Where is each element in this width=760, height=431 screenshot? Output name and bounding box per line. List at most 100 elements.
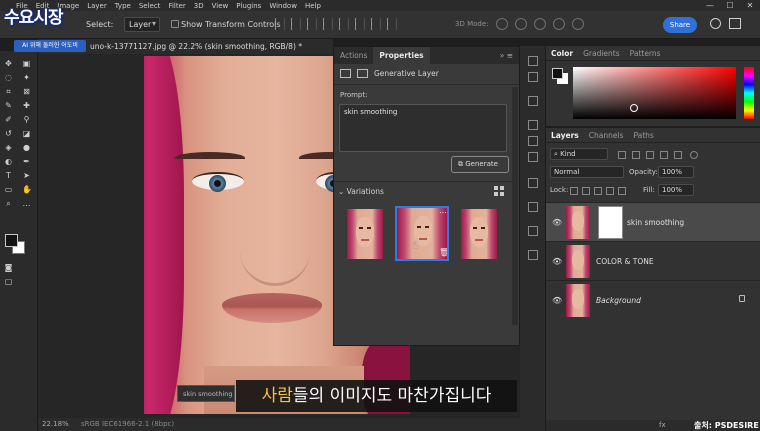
blend-mode-select[interactable]: Normal	[550, 166, 624, 178]
filter-smart-icon[interactable]	[674, 151, 682, 159]
history-brush-icon[interactable]: ↺	[4, 129, 13, 138]
slide-icon[interactable]	[553, 18, 565, 30]
fill-input[interactable]: 100%	[658, 184, 694, 196]
lock-paint-icon[interactable]	[582, 187, 590, 195]
frame-tool-icon[interactable]: ⊠	[22, 87, 31, 96]
align-left-icon[interactable]	[275, 18, 285, 30]
opacity-input[interactable]: 100%	[658, 166, 694, 178]
lock-all-icon[interactable]	[618, 187, 626, 195]
lock-move-icon[interactable]	[594, 187, 602, 195]
screen-mode-icon[interactable]: ▢	[4, 277, 13, 286]
contextual-prompt-input[interactable]: skin smoothing	[177, 385, 235, 402]
layer-background[interactable]: 👁 Background	[546, 280, 760, 319]
orbit-icon[interactable]	[496, 18, 508, 30]
color-picker-field[interactable]	[573, 67, 736, 119]
layers-icon[interactable]	[528, 202, 538, 212]
minimize-button[interactable]: —	[700, 0, 720, 11]
align-center-icon[interactable]	[291, 18, 301, 30]
menu-filter[interactable]: Filter	[168, 2, 185, 10]
paragraph-icon[interactable]	[528, 152, 538, 162]
healing-brush-icon[interactable]: ✚	[22, 101, 31, 110]
dodge-tool-icon[interactable]: ◐	[4, 157, 13, 166]
layer-skin-smoothing[interactable]: 👁 skin smoothing	[546, 202, 760, 241]
visibility-eye-icon[interactable]: 👁	[552, 257, 562, 266]
tab-channels[interactable]: Channels	[584, 128, 629, 142]
more-options-icon[interactable]: …	[439, 208, 447, 215]
menu-layer[interactable]: Layer	[87, 2, 107, 10]
maximize-button[interactable]: ☐	[720, 0, 740, 11]
menu-help[interactable]: Help	[305, 2, 321, 10]
rectangle-tool-icon[interactable]: ▭	[4, 185, 13, 194]
quick-mask-icon[interactable]: ◙	[4, 263, 13, 272]
visibility-eye-icon[interactable]: 👁	[552, 296, 562, 305]
distribute-icon[interactable]	[371, 18, 381, 30]
zoom-level[interactable]: 22.18%	[42, 420, 69, 428]
close-button[interactable]: ✕	[740, 0, 760, 11]
brush-settings-icon[interactable]	[528, 120, 538, 130]
filter-toggle-icon[interactable]	[690, 151, 698, 159]
scale-icon[interactable]	[572, 18, 584, 30]
roll-icon[interactable]	[515, 18, 527, 30]
sun-icon[interactable]	[528, 250, 538, 260]
menu-type[interactable]: Type	[115, 2, 131, 10]
workspace-icon[interactable]	[729, 18, 741, 29]
variation-thumb-3[interactable]	[461, 209, 497, 259]
visibility-eye-icon[interactable]: 👁	[552, 218, 562, 227]
align-middle-icon[interactable]	[339, 18, 349, 30]
hue-slider[interactable]	[744, 67, 754, 119]
menu-select[interactable]: Select	[139, 2, 161, 10]
lock-pixels-icon[interactable]	[570, 187, 578, 195]
variations-header[interactable]: ⌄ Variations	[338, 187, 384, 196]
paint-bucket-icon[interactable]: ◈	[4, 143, 13, 152]
character-icon[interactable]	[528, 136, 538, 146]
trash-icon[interactable]: 🗑	[439, 248, 447, 257]
clone-stamp-icon[interactable]: ⚲	[22, 115, 31, 124]
menu-3d[interactable]: 3D	[194, 2, 204, 10]
blur-tool-icon[interactable]: ●	[22, 143, 31, 152]
foreground-color-swatch[interactable]	[5, 234, 18, 247]
variation-thumb-2[interactable]: … 🗑	[395, 206, 449, 261]
tab-paths[interactable]: Paths	[628, 128, 658, 142]
fx-icon[interactable]: fx	[659, 421, 666, 429]
more-tools-icon[interactable]: …	[22, 199, 31, 208]
eyedropper-icon[interactable]: ✎	[4, 101, 13, 110]
lock-artboard-icon[interactable]	[606, 187, 614, 195]
hand-tool-icon[interactable]: ✋	[22, 185, 32, 194]
pen-tool-icon[interactable]: ✒	[22, 157, 31, 166]
move-tool-icon[interactable]: ✥	[4, 59, 13, 68]
eraser-icon[interactable]: ◪	[22, 129, 31, 138]
brush-tool-icon[interactable]: ✐	[4, 115, 13, 124]
prompt-input[interactable]: skin smoothing	[339, 104, 507, 152]
layer-mask-thumbnail[interactable]	[598, 206, 623, 239]
grid-view-icon[interactable]	[494, 186, 504, 196]
align-right-icon[interactable]	[307, 18, 317, 30]
menu-plugins[interactable]: Plugins	[236, 2, 261, 10]
filter-shape-icon[interactable]	[660, 151, 668, 159]
tab-color[interactable]: Color	[546, 46, 578, 60]
transform-controls-checkbox[interactable]	[171, 20, 179, 28]
zoom-tool-icon[interactable]: ⌕	[4, 199, 13, 208]
filter-type-icon[interactable]	[646, 151, 654, 159]
menu-window[interactable]: Window	[269, 2, 297, 10]
generate-button[interactable]: ⧉ Generate	[451, 156, 509, 173]
panel-menu-icon[interactable]: » ≡	[494, 47, 519, 64]
menu-view[interactable]: View	[212, 2, 229, 10]
crop-tool-icon[interactable]: ⌗	[4, 87, 13, 96]
share-button[interactable]: Share	[663, 17, 697, 33]
play-icon[interactable]	[528, 56, 538, 66]
tab-properties[interactable]: Properties	[373, 47, 430, 64]
filter-adjust-icon[interactable]	[632, 151, 640, 159]
path-selection-icon[interactable]: ➤	[22, 171, 31, 180]
foreground-swatch[interactable]	[552, 68, 563, 79]
variation-thumb-1[interactable]	[347, 209, 383, 259]
channels-icon[interactable]	[528, 226, 538, 236]
more-align-icon[interactable]	[387, 18, 397, 30]
type-tool-icon[interactable]: T	[4, 171, 13, 180]
filter-pixel-icon[interactable]	[618, 151, 626, 159]
tab-actions[interactable]: Actions	[334, 47, 373, 64]
layer-color-tone[interactable]: 👁 COLOR & TONE	[546, 241, 760, 280]
properties-scrollbar[interactable]	[512, 87, 518, 325]
auto-select-dropdown[interactable]: Layer	[124, 17, 160, 32]
artboard-tool-icon[interactable]: ▣	[22, 59, 31, 68]
adjust-icon[interactable]	[528, 96, 538, 106]
